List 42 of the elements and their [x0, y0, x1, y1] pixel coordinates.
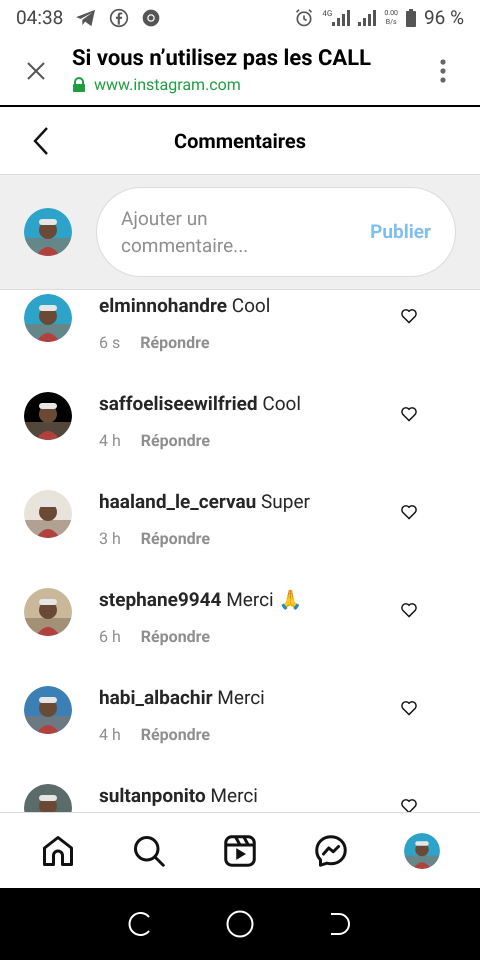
more-icon[interactable]: [440, 58, 446, 82]
heart-icon[interactable]: [400, 798, 418, 812]
reply-link[interactable]: Répondre: [140, 625, 210, 649]
close-icon[interactable]: [26, 60, 46, 80]
clock: 04:38: [16, 4, 64, 31]
comment-text: stephane9944 Merci 🙏: [99, 588, 304, 612]
heart-icon[interactable]: [400, 602, 418, 618]
signal-icon: [358, 10, 376, 26]
network-label: 4G: [322, 8, 332, 20]
header-title: Commentaires: [174, 128, 306, 154]
heart-icon[interactable]: [400, 406, 418, 422]
signal-icon: [332, 10, 350, 26]
back-icon[interactable]: [33, 126, 49, 156]
facebook-icon: [109, 8, 130, 28]
comment-text: saffoeliseewilfried Cool: [99, 392, 302, 416]
heart-icon[interactable]: [400, 700, 418, 716]
battery-icon: [406, 9, 416, 27]
comment-time: 6 s: [99, 332, 120, 354]
messenger-icon[interactable]: [313, 832, 350, 868]
page-url: www.instagram.com: [94, 74, 241, 96]
comment-text: habi_albachir Merci: [99, 686, 266, 710]
reply-link[interactable]: Répondre: [140, 527, 210, 551]
comment-time: 6 h: [99, 626, 121, 648]
reply-link[interactable]: Répondre: [140, 429, 210, 453]
comment-placeholder: Ajouter un commentaire...: [121, 206, 250, 259]
comment-time: 4 h: [99, 430, 121, 452]
comment-text: sultanponito Merci: [99, 784, 259, 808]
page-title: Si vous n’utilisez pas les CALL: [72, 44, 372, 72]
reply-link[interactable]: Répondre: [140, 331, 210, 355]
comment-text: haaland_le_cervau Super: [99, 490, 311, 514]
lock-icon: [72, 77, 86, 92]
heart-icon[interactable]: [400, 504, 418, 520]
alarm-icon: [294, 8, 314, 28]
battery-percent: 96 %: [424, 4, 464, 31]
comment-time: 3 h: [99, 528, 121, 550]
reels-icon[interactable]: [222, 832, 258, 868]
comment-time: 4 h: [99, 724, 121, 746]
reply-link[interactable]: Répondre: [140, 723, 210, 747]
comment-text: elminnohandre Cool: [99, 294, 272, 318]
telegram-icon: [75, 9, 98, 27]
home-button-icon[interactable]: [226, 910, 254, 938]
heart-icon[interactable]: [400, 308, 418, 324]
